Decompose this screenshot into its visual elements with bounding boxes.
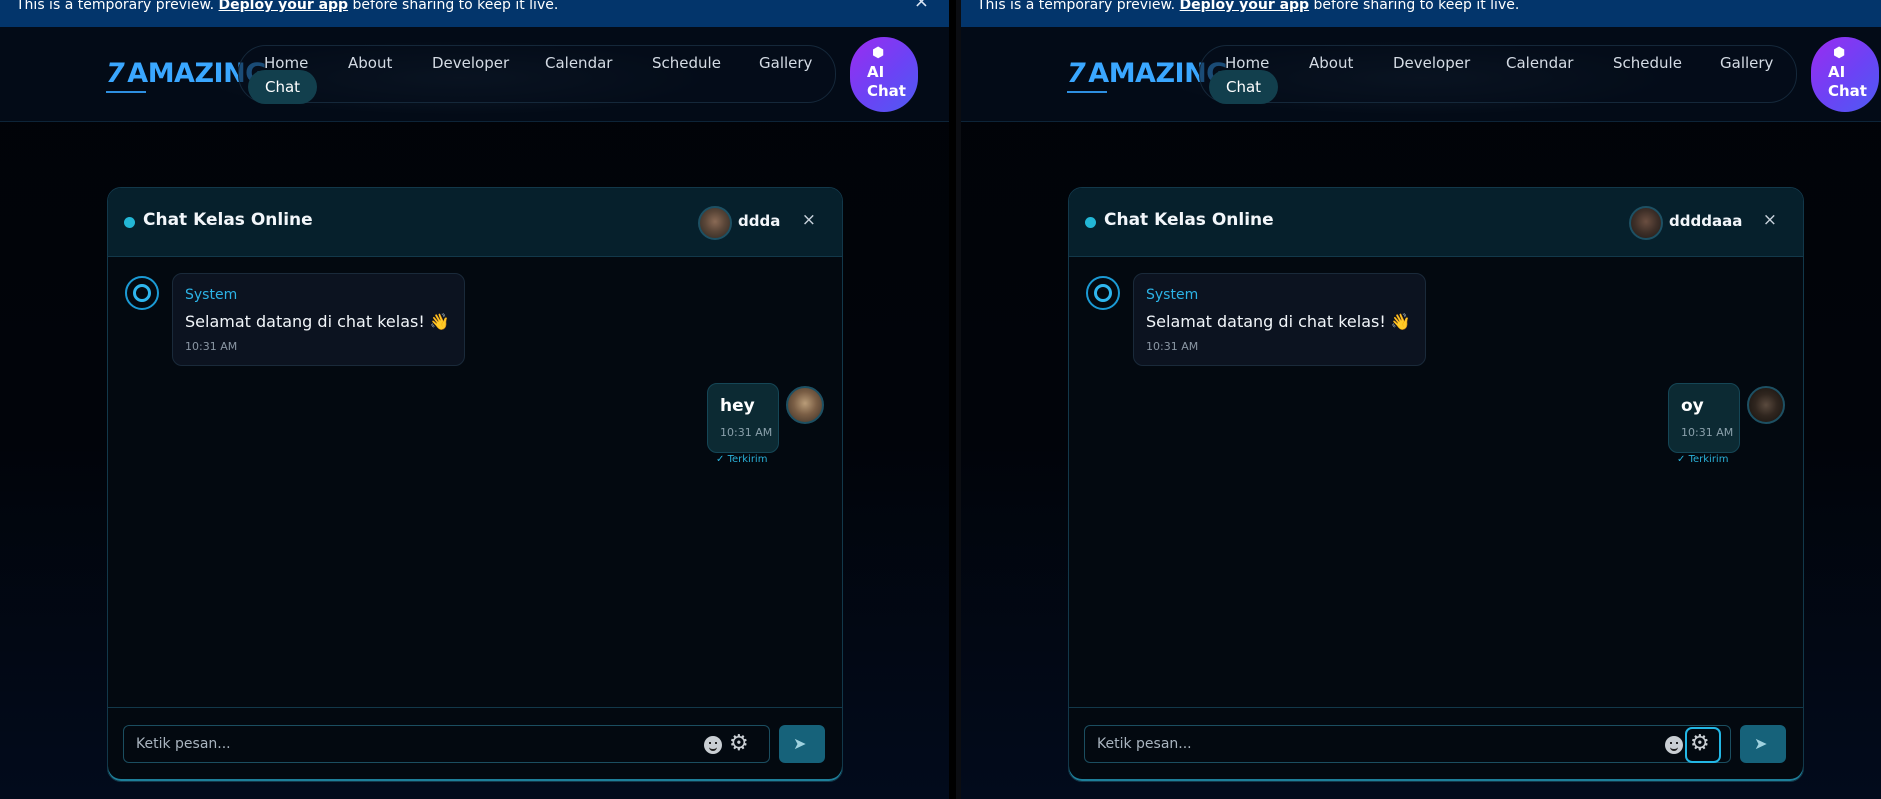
- deploy-link[interactable]: Deploy your app: [1180, 0, 1310, 13]
- navbar: 7 AMAZING Home About Developer Calendar S…: [0, 27, 949, 122]
- banner-text: This is a temporary preview. Deploy your…: [16, 0, 559, 13]
- composer: Ketik pesan... ⚙ ➤: [1069, 707, 1803, 781]
- emoji-icon[interactable]: [1665, 736, 1683, 754]
- message-input[interactable]: Ketik pesan... ⚙: [1084, 725, 1731, 763]
- own-message: oy 10:31 AM: [1668, 383, 1740, 453]
- system-avatar: [125, 276, 159, 310]
- message-sender: System: [1146, 287, 1199, 303]
- logo-number: 7: [1067, 58, 1086, 89]
- send-icon: ➤: [1754, 734, 1768, 753]
- composer: Ketik pesan... ⚙ ➤: [108, 707, 842, 781]
- banner-prefix: This is a temporary preview.: [16, 0, 215, 13]
- banner-close-icon[interactable]: ×: [914, 0, 929, 11]
- send-button[interactable]: ➤: [779, 725, 825, 763]
- banner-text: This is a temporary preview. Deploy your…: [977, 0, 1520, 13]
- message-placeholder: Ketik pesan...: [1097, 736, 1192, 752]
- own-message: hey 10:31 AM: [707, 383, 779, 453]
- banner-prefix: This is a temporary preview.: [977, 0, 1176, 13]
- message-text: oy: [1681, 396, 1704, 416]
- close-icon[interactable]: ×: [802, 210, 816, 230]
- nav-link-gallery[interactable]: Gallery: [1720, 54, 1773, 72]
- nav-links-container: [1199, 45, 1797, 103]
- username: ddda: [738, 212, 781, 230]
- gear-icon[interactable]: ⚙: [1690, 732, 1710, 756]
- browser-pane-right: This is a temporary preview. Deploy your…: [961, 0, 1881, 799]
- emoji-icon[interactable]: [704, 736, 722, 754]
- preview-banner: This is a temporary preview. Deploy your…: [0, 0, 949, 27]
- logo-underline: [1067, 91, 1107, 93]
- delivery-status: ✓ Terkirim: [1677, 454, 1728, 465]
- double-check-icon: ✓: [1677, 454, 1686, 465]
- message-input[interactable]: Ketik pesan... ⚙: [123, 725, 770, 763]
- message-time: 10:31 AM: [720, 426, 773, 439]
- banner-suffix: before sharing to keep it live.: [1313, 0, 1520, 13]
- chat-header: Chat Kelas Online ddda ×: [108, 188, 842, 257]
- nav-link-about[interactable]: About: [348, 54, 392, 72]
- ai-chat-label-1: AI: [1828, 63, 1846, 81]
- system-message: System Selamat datang di chat kelas! 👋 1…: [1133, 273, 1426, 366]
- ai-chat-label-2: Chat: [867, 82, 906, 100]
- nav-links-container: [238, 45, 836, 103]
- message-text: Selamat datang di chat kelas! 👋: [185, 312, 450, 331]
- ai-chat-button[interactable]: ⬢ AI Chat: [1811, 37, 1879, 112]
- navbar: 7 AMAZING Home About Developer Calendar S…: [961, 27, 1881, 122]
- user-avatar: [698, 206, 732, 240]
- online-indicator: [1085, 217, 1096, 228]
- double-check-icon: ✓: [716, 454, 725, 465]
- message-text: hey: [720, 396, 755, 416]
- message-text: Selamat datang di chat kelas! 👋: [1146, 312, 1411, 331]
- deploy-link[interactable]: Deploy your app: [219, 0, 349, 13]
- send-button[interactable]: ➤: [1740, 725, 1786, 763]
- nav-link-schedule[interactable]: Schedule: [652, 54, 721, 72]
- logo-underline: [106, 91, 146, 93]
- logo-number: 7: [106, 58, 125, 89]
- chat-title: Chat Kelas Online: [1104, 210, 1274, 230]
- robot-icon: ⬢: [872, 45, 885, 61]
- gear-icon[interactable]: ⚙: [729, 732, 749, 756]
- chat-window: Chat Kelas Online ddda × System Selamat …: [107, 187, 843, 782]
- close-icon[interactable]: ×: [1763, 210, 1777, 230]
- message-time: 10:31 AM: [185, 340, 238, 353]
- ai-chat-label-1: AI: [867, 63, 885, 81]
- nav-link-calendar[interactable]: Calendar: [545, 54, 612, 72]
- nav-link-chat[interactable]: Chat: [1209, 70, 1279, 104]
- send-icon: ➤: [793, 734, 807, 753]
- status-label: Terkirim: [727, 454, 768, 465]
- nav-link-developer[interactable]: Developer: [432, 54, 509, 72]
- nav-link-chat[interactable]: Chat: [248, 70, 318, 104]
- chat-window: Chat Kelas Online ddddaaa × System Selam…: [1068, 187, 1804, 782]
- user-avatar: [1629, 206, 1663, 240]
- ai-chat-button[interactable]: ⬢ AI Chat: [850, 37, 918, 112]
- banner-suffix: before sharing to keep it live.: [352, 0, 559, 13]
- message-sender: System: [185, 287, 238, 303]
- chat-header: Chat Kelas Online ddddaaa ×: [1069, 188, 1803, 257]
- message-placeholder: Ketik pesan...: [136, 736, 231, 752]
- username: ddddaaa: [1669, 212, 1743, 230]
- nav-link-gallery[interactable]: Gallery: [759, 54, 812, 72]
- system-avatar: [1086, 276, 1120, 310]
- status-label: Terkirim: [1688, 454, 1729, 465]
- chat-title: Chat Kelas Online: [143, 210, 313, 230]
- robot-icon: ⬢: [1833, 45, 1846, 61]
- message-time: 10:31 AM: [1146, 340, 1199, 353]
- delivery-status: ✓ Terkirim: [716, 454, 767, 465]
- online-indicator: [124, 217, 135, 228]
- browser-pane-left: This is a temporary preview. Deploy your…: [0, 0, 949, 799]
- nav-link-schedule[interactable]: Schedule: [1613, 54, 1682, 72]
- own-avatar: [1747, 386, 1785, 424]
- nav-link-about[interactable]: About: [1309, 54, 1353, 72]
- nav-link-calendar[interactable]: Calendar: [1506, 54, 1573, 72]
- own-avatar: [786, 386, 824, 424]
- preview-banner: This is a temporary preview. Deploy your…: [961, 0, 1881, 27]
- message-time: 10:31 AM: [1681, 426, 1734, 439]
- system-message: System Selamat datang di chat kelas! 👋 1…: [172, 273, 465, 366]
- ai-chat-label-2: Chat: [1828, 82, 1867, 100]
- nav-link-developer[interactable]: Developer: [1393, 54, 1470, 72]
